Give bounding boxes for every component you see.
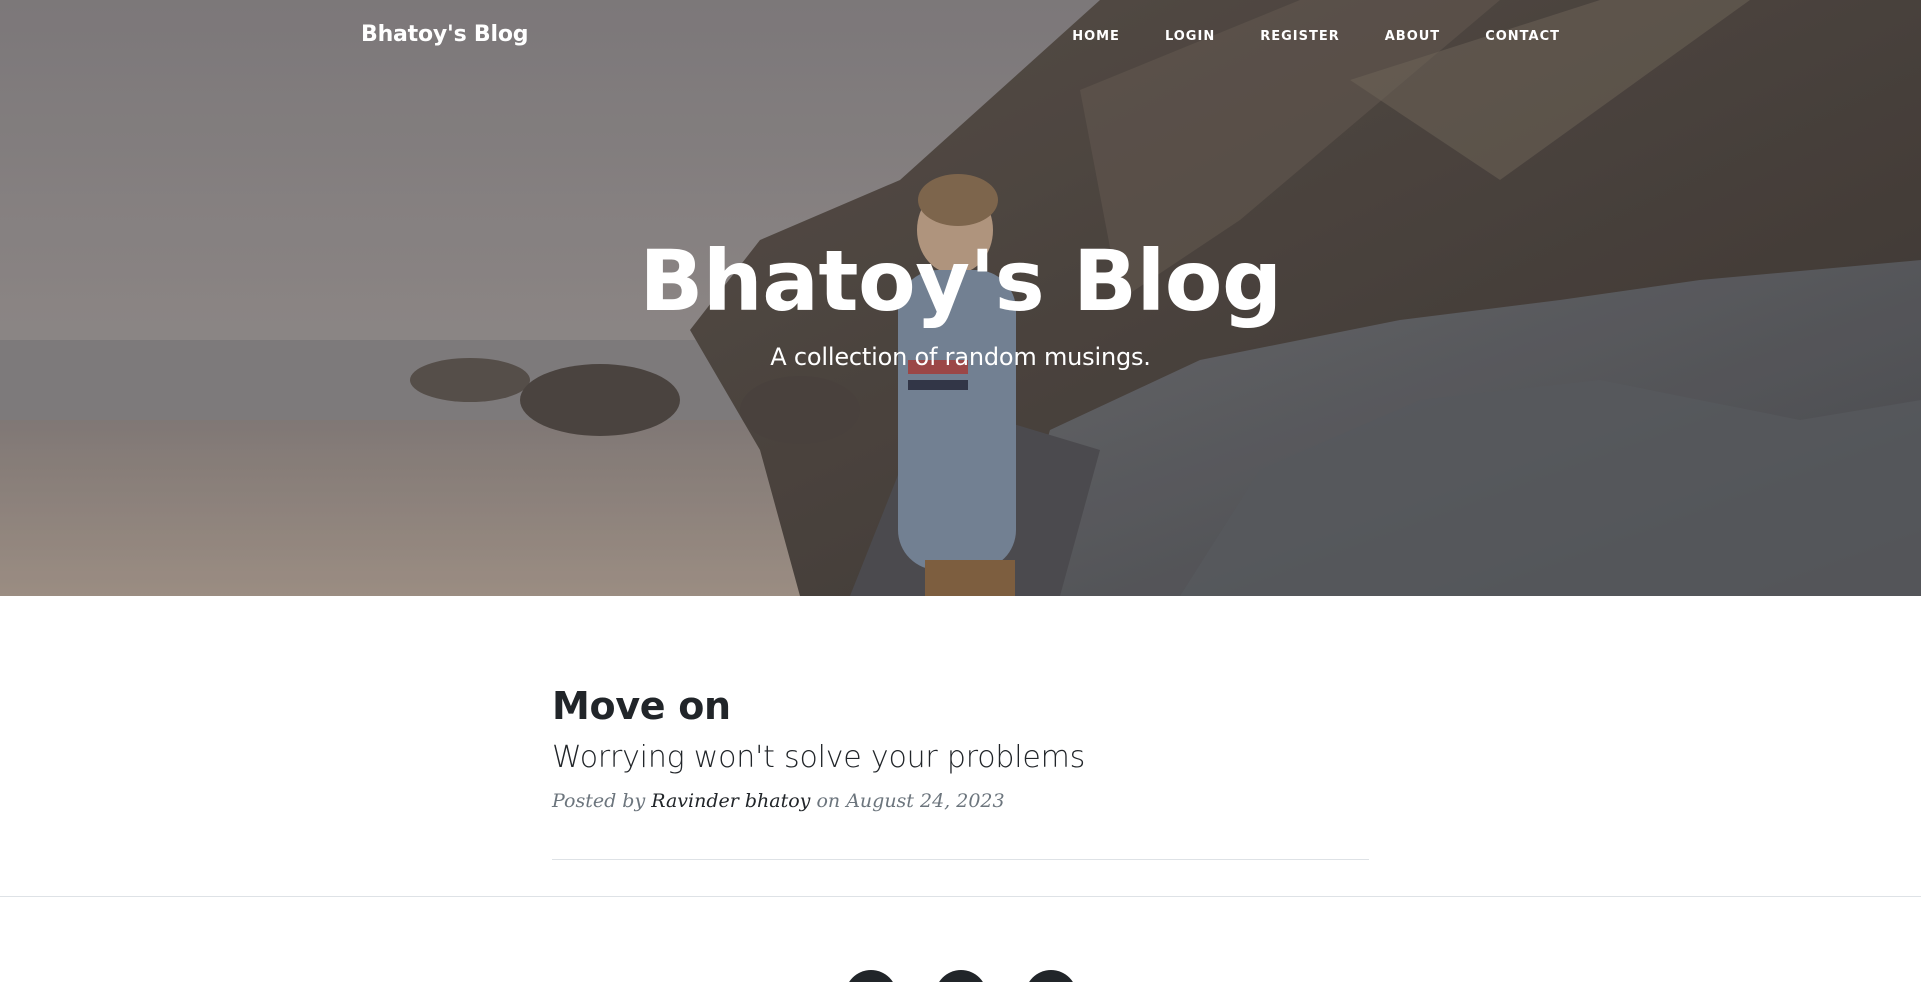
github-icon[interactable]	[1024, 970, 1077, 982]
site-title: Bhatoy's Blog	[639, 232, 1282, 330]
post-author-link[interactable]: Ravinder bhatoy	[651, 790, 810, 812]
post-subtitle-link[interactable]: Worrying won't solve your problems	[552, 738, 1369, 778]
twitter-icon[interactable]	[844, 970, 897, 982]
footer-divider	[0, 896, 1921, 897]
post-date: August 24, 2023	[846, 790, 1005, 812]
navbar-brand[interactable]: Bhatoy's Blog	[361, 22, 529, 47]
site-subtitle: A collection of random musings.	[770, 343, 1151, 371]
site-heading: Bhatoy's Blog A collection of random mus…	[0, 225, 1921, 371]
social-links	[0, 970, 1921, 982]
nav-link-contact[interactable]: CONTACT	[1485, 29, 1560, 44]
post-divider	[552, 859, 1369, 860]
post-title-link[interactable]: Move on	[552, 680, 1369, 732]
post-preview: Move on Worrying won't solve your proble…	[552, 680, 1369, 812]
post-meta-prefix: Posted by	[552, 790, 646, 812]
nav-link-login[interactable]: LOGIN	[1165, 29, 1215, 44]
nav-link-about[interactable]: ABOUT	[1385, 29, 1440, 44]
main-nav: HOME LOGIN REGISTER ABOUT CONTACT	[1027, 29, 1560, 44]
hero-header: Bhatoy's Blog HOME LOGIN REGISTER ABOUT …	[0, 0, 1921, 596]
facebook-icon[interactable]	[934, 970, 987, 982]
nav-link-register[interactable]: REGISTER	[1260, 29, 1340, 44]
nav-link-home[interactable]: HOME	[1072, 29, 1120, 44]
post-meta: Posted by Ravinder bhatoy on August 24, …	[552, 790, 1369, 812]
post-meta-on: on	[816, 790, 841, 812]
